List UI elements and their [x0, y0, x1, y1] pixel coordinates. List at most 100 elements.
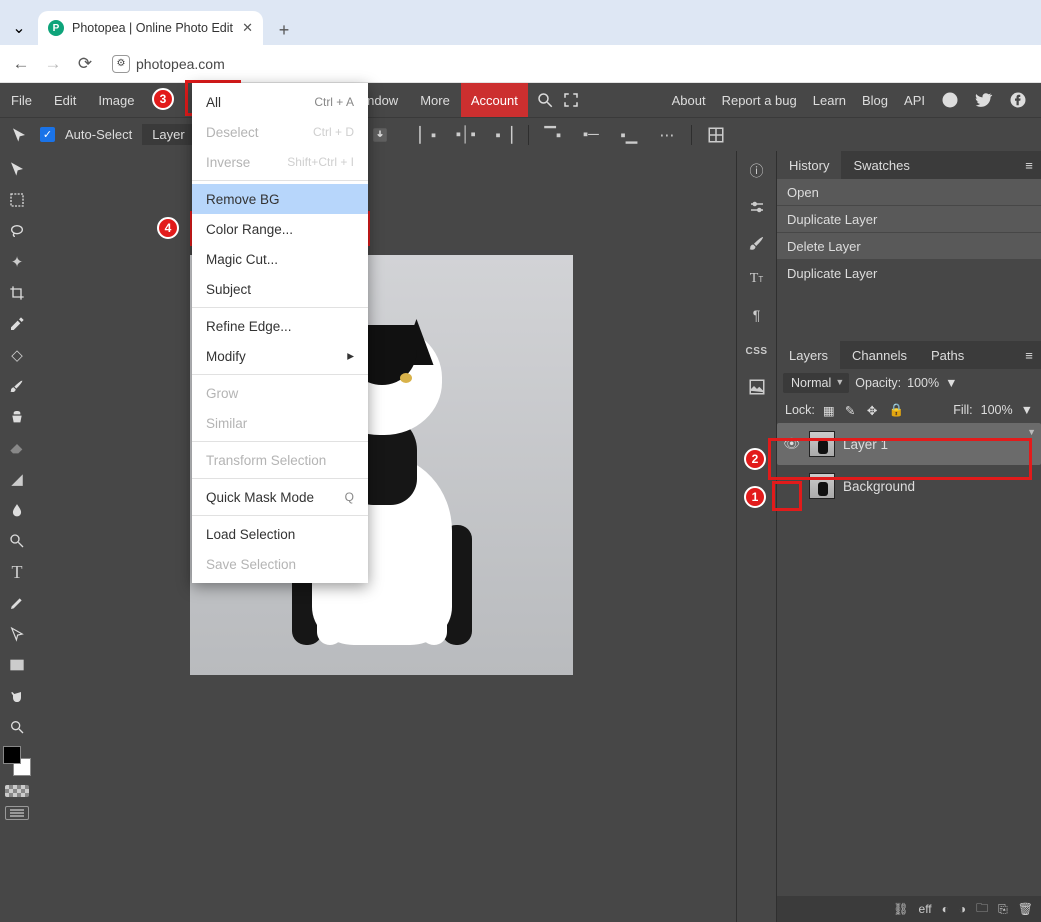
menu-image[interactable]: Image — [87, 83, 145, 117]
move-tool[interactable] — [3, 155, 31, 183]
image-panel-icon[interactable] — [743, 373, 771, 401]
align-center-h-icon[interactable]: ▪│▪ — [452, 121, 480, 149]
lasso-tool[interactable] — [3, 217, 31, 245]
pen-tool[interactable] — [3, 589, 31, 617]
menu-account[interactable]: Account — [461, 83, 528, 117]
grid-icon[interactable] — [702, 121, 730, 149]
history-panel-menu-icon[interactable]: ≡ — [1017, 158, 1041, 173]
tab-paths[interactable]: Paths — [919, 341, 976, 369]
css-panel-icon[interactable]: CSS — [743, 337, 771, 365]
lock-transparent-icon[interactable]: ▦ — [823, 403, 837, 417]
dodge-tool[interactable] — [3, 527, 31, 555]
fill-value[interactable]: 100% — [981, 403, 1013, 417]
align-right-icon[interactable]: ▪▕ — [490, 121, 518, 149]
reload-button[interactable]: ⟳ — [76, 54, 94, 74]
opacity-value[interactable]: 100% — [907, 376, 939, 390]
history-item[interactable]: Delete Layer — [777, 233, 1041, 260]
search-icon[interactable] — [536, 91, 554, 109]
auto-select-target[interactable]: Layer — [142, 124, 195, 145]
layer-thumbnail[interactable] — [809, 431, 835, 457]
link-layers-icon[interactable]: ⛓ — [893, 902, 908, 916]
menu-item-refine-edge[interactable]: Refine Edge... — [192, 311, 368, 341]
hand-tool[interactable] — [3, 682, 31, 710]
menu-item-quick-mask-mode[interactable]: Quick Mask ModeQ — [192, 482, 368, 512]
crop-tool[interactable] — [3, 279, 31, 307]
healing-tool[interactable]: ◇ — [3, 341, 31, 369]
fill-dropdown-icon[interactable]: ▼ — [1021, 403, 1033, 417]
brush-panel-icon[interactable] — [743, 229, 771, 257]
type-tool[interactable]: T — [3, 558, 31, 586]
auto-select-checkbox[interactable]: ✓ — [40, 127, 55, 142]
layer-mask-icon[interactable]: ◐ — [942, 902, 949, 916]
link-blog[interactable]: Blog — [862, 93, 888, 108]
zoom-tool[interactable] — [3, 713, 31, 741]
tab-layers[interactable]: Layers — [777, 341, 840, 369]
eyedropper-tool[interactable] — [3, 310, 31, 338]
menu-file[interactable]: File — [0, 83, 43, 117]
facebook-icon[interactable] — [1009, 91, 1027, 109]
site-settings-icon[interactable]: ⚙ — [112, 55, 130, 73]
site-info[interactable]: ⚙ photopea.com — [112, 55, 225, 73]
color-swatches[interactable] — [3, 746, 31, 776]
adjust-panel-icon[interactable] — [743, 193, 771, 221]
align-more-icon[interactable]: ⋯ — [653, 121, 681, 149]
layer-visibility-icon[interactable]: 👁 — [783, 436, 801, 452]
opacity-dropdown-icon[interactable]: ▼ — [945, 376, 957, 390]
path-select-tool[interactable] — [3, 620, 31, 648]
fullscreen-icon[interactable] — [562, 91, 580, 109]
rect-select-tool[interactable] — [3, 186, 31, 214]
new-tab-button[interactable]: + — [269, 15, 299, 45]
eraser-tool[interactable] — [3, 434, 31, 462]
menu-item-color-range[interactable]: Color Range... — [192, 214, 368, 244]
brush-tool[interactable] — [3, 372, 31, 400]
tabstrip-chevron[interactable]: ⌄ — [0, 11, 38, 45]
tab-swatches[interactable]: Swatches — [841, 151, 921, 179]
layer-name[interactable]: Layer 1 — [843, 437, 888, 452]
layer-name[interactable]: Background — [843, 479, 915, 494]
history-item[interactable]: Duplicate Layer — [777, 260, 1041, 287]
url-text[interactable]: photopea.com — [136, 56, 225, 72]
new-layer-icon[interactable]: ⎘ — [998, 902, 1008, 917]
align-middle-icon[interactable]: ▪─ — [577, 121, 605, 149]
menu-item-subject[interactable]: Subject — [192, 274, 368, 304]
layer-effects-label[interactable]: eff — [919, 902, 932, 916]
align-bottom-icon[interactable]: ▪▁ — [615, 121, 643, 149]
layers-panel-menu-icon[interactable]: ≡ — [1017, 348, 1041, 363]
gradient-tool[interactable]: ◢ — [3, 465, 31, 493]
adjustment-layer-icon[interactable]: ◑ — [959, 902, 966, 916]
foreground-color[interactable] — [3, 746, 21, 764]
rectangle-tool[interactable] — [3, 651, 31, 679]
close-tab-icon[interactable]: ✕ — [242, 20, 253, 36]
browser-tab[interactable]: P Photopea | Online Photo Edit ✕ — [38, 11, 263, 45]
quick-mask-toggle[interactable] — [5, 785, 29, 797]
lock-all-icon[interactable]: 🔒 — [889, 403, 903, 417]
twitter-icon[interactable] — [975, 91, 993, 109]
blur-tool[interactable] — [3, 496, 31, 524]
link-report-bug[interactable]: Report a bug — [722, 93, 797, 108]
lock-position-icon[interactable]: ✥ — [867, 403, 881, 417]
layer-folder-icon[interactable]: 🗀 — [976, 899, 988, 920]
menu-item-remove-bg[interactable]: Remove BG — [192, 184, 368, 214]
menu-more[interactable]: More — [409, 83, 461, 117]
lock-pixels-icon[interactable]: ✎ — [845, 403, 859, 417]
tab-history[interactable]: History — [777, 151, 841, 179]
tab-channels[interactable]: Channels — [840, 341, 919, 369]
history-item[interactable]: Open — [777, 179, 1041, 206]
history-item[interactable]: Duplicate Layer — [777, 206, 1041, 233]
link-about[interactable]: About — [672, 93, 706, 108]
canvas-area[interactable] — [34, 151, 736, 922]
back-button[interactable]: ← — [12, 54, 30, 74]
layer-row[interactable]: Background — [777, 465, 1041, 507]
align-left-icon[interactable]: ▏▪ — [414, 121, 442, 149]
clone-stamp-tool[interactable] — [3, 403, 31, 431]
menu-item-modify[interactable]: Modify▸ — [192, 341, 368, 371]
link-api[interactable]: API — [904, 93, 925, 108]
align-top-icon[interactable]: ▔▪ — [539, 121, 567, 149]
menu-edit[interactable]: Edit — [43, 83, 87, 117]
link-learn[interactable]: Learn — [813, 93, 846, 108]
blend-mode-select[interactable]: Normal — [783, 373, 849, 393]
reddit-icon[interactable] — [941, 91, 959, 109]
menu-item-load-selection[interactable]: Load Selection — [192, 519, 368, 549]
magic-wand-tool[interactable]: ✦ — [3, 248, 31, 276]
delete-layer-icon[interactable]: 🗑 — [1018, 902, 1033, 916]
